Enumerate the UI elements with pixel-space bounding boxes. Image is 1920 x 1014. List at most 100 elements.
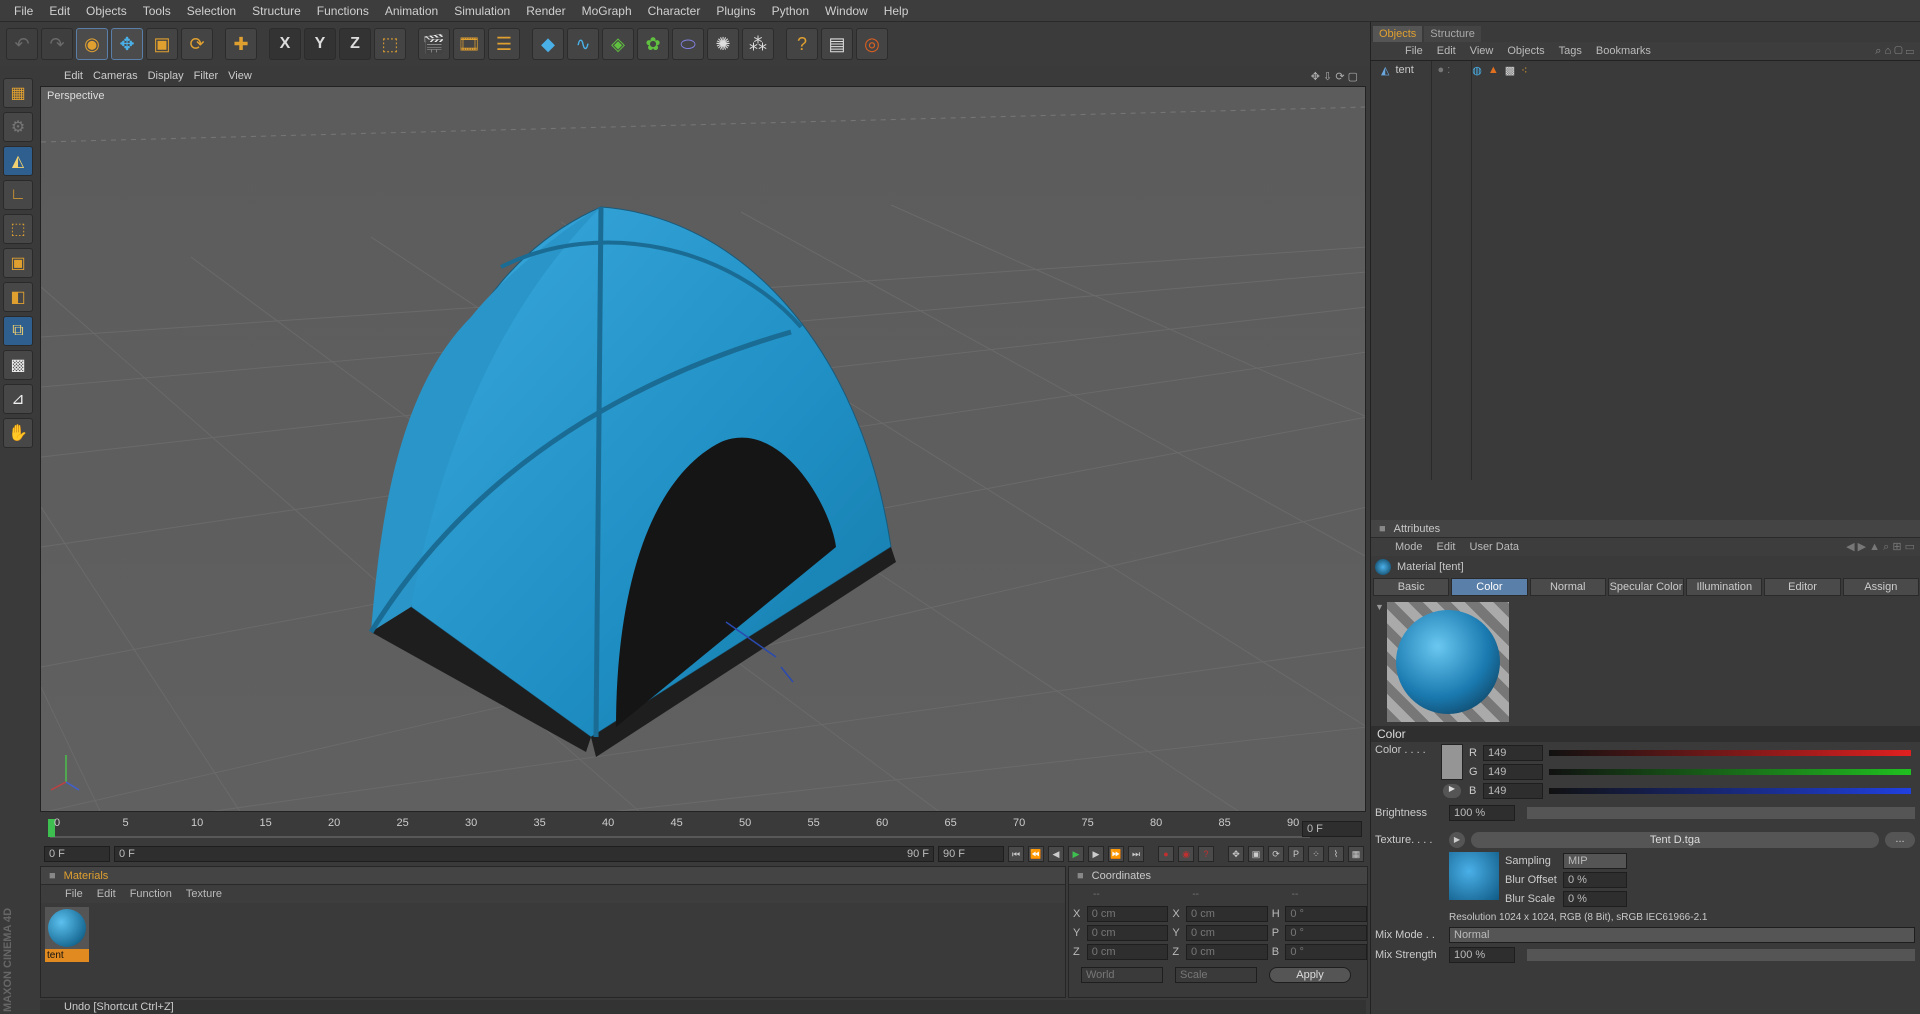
next-key-icon[interactable]: ⏩ [1108, 846, 1124, 862]
interpolation-icon[interactable]: ⌇ [1328, 846, 1344, 862]
green-slider[interactable] [1549, 769, 1911, 775]
blue-slider[interactable] [1549, 788, 1911, 794]
viewport-menu-filter[interactable]: Filter [194, 70, 228, 82]
tab-editor[interactable]: Editor [1764, 578, 1841, 596]
position-x-field[interactable]: 0 cm [1086, 905, 1169, 922]
mix-strength-field[interactable]: 100 % [1449, 947, 1515, 963]
rotation-h-field[interactable]: 0 ° [1285, 905, 1368, 922]
play-icon[interactable]: ▶ [1068, 846, 1084, 862]
timeline[interactable]: 0 5 10 15 20 25 30 35 40 45 50 55 60 65 70 75 80 85 90 0 F [40, 815, 1366, 843]
render-picture-viewer-icon[interactable]: 🎞 [453, 28, 485, 60]
phong-tag-icon[interactable]: ▲ [1488, 64, 1499, 76]
make-editable-icon[interactable]: ⚙ [3, 112, 33, 142]
selection-tag-icon[interactable]: ⁖ [1521, 64, 1527, 77]
render-settings-icon[interactable]: ☰ [488, 28, 520, 60]
viewport-menu-display[interactable]: Display [148, 70, 194, 82]
previous-key-icon[interactable]: ⏪ [1028, 846, 1044, 862]
uvw-tag-icon[interactable]: ▩ [1505, 64, 1515, 77]
menu-render[interactable]: Render [518, 0, 573, 22]
record-position-icon[interactable]: ✥ [1228, 846, 1244, 862]
menu-file[interactable]: File [6, 0, 41, 22]
tab-color[interactable]: Color [1451, 578, 1528, 596]
record-point-level-icon[interactable]: ⁘ [1308, 846, 1324, 862]
objects-menu-edit[interactable]: Edit [1437, 45, 1456, 57]
keyframe-selection-icon[interactable]: ? [1198, 846, 1214, 862]
record-rotation-icon[interactable]: ⟳ [1268, 846, 1284, 862]
menu-tools[interactable]: Tools [135, 0, 179, 22]
menu-help[interactable]: Help [876, 0, 917, 22]
tab-objects[interactable]: Objects [1373, 26, 1423, 42]
move-icon[interactable]: ✥ [111, 28, 143, 60]
workplane-icon[interactable]: ⊿ [3, 384, 33, 414]
menu-plugins[interactable]: Plugins [708, 0, 763, 22]
objects-menu-file[interactable]: File [1405, 45, 1423, 57]
texture-tag-icon[interactable]: ◍ [1472, 64, 1482, 77]
green-field[interactable]: 149 [1483, 764, 1543, 780]
object-row[interactable]: ◭ tent ● : ◍ ▲ ▩ ⁖ [1371, 61, 1920, 79]
blur-scale-field[interactable]: 0 % [1563, 891, 1627, 907]
menu-selection[interactable]: Selection [179, 0, 244, 22]
color-picker-icon[interactable]: ▶ [1443, 784, 1461, 798]
menu-character[interactable]: Character [640, 0, 709, 22]
texture-menu-icon[interactable]: ▶ [1449, 832, 1465, 848]
object-axis-icon[interactable]: ∟ [3, 180, 33, 210]
materials-menu-function[interactable]: Function [130, 888, 172, 900]
objects-menu-view[interactable]: View [1470, 45, 1494, 57]
go-to-start-icon[interactable]: ⏮ [1008, 846, 1024, 862]
collapse-triangle-icon[interactable]: ▼ [1375, 602, 1384, 612]
scale-icon[interactable]: ▣ [146, 28, 178, 60]
tab-specular-color[interactable]: Specular Color [1607, 578, 1685, 596]
particle-icon[interactable]: ⁂ [742, 28, 774, 60]
position-z-field[interactable]: 0 cm [1086, 943, 1169, 960]
material-item[interactable]: tent [45, 907, 89, 962]
rotation-b-field[interactable]: 0 ° [1285, 943, 1368, 960]
edges-mode-icon[interactable]: ▣ [3, 248, 33, 278]
size-y-field[interactable]: 0 cm [1186, 924, 1268, 941]
tab-basic[interactable]: Basic [1373, 578, 1450, 596]
sampling-dropdown[interactable]: MIP [1563, 853, 1627, 869]
size-x-field[interactable]: 0 cm [1186, 905, 1268, 922]
redo-icon[interactable]: ↷ [41, 28, 73, 60]
environment-icon[interactable]: ✺ [707, 28, 739, 60]
menu-functions[interactable]: Functions [309, 0, 377, 22]
object-name[interactable]: tent [1395, 64, 1425, 76]
autokey-icon[interactable]: ◉ [1178, 846, 1194, 862]
attributes-menu-mode[interactable]: Mode [1395, 541, 1423, 553]
texture-browse-button[interactable]: ... [1885, 832, 1915, 848]
texture-file-button[interactable]: Tent D.tga [1471, 832, 1879, 848]
previous-frame-icon[interactable]: ◀ [1048, 846, 1064, 862]
tab-structure[interactable]: Structure [1424, 26, 1481, 42]
cube-icon[interactable]: ◆ [532, 28, 564, 60]
materials-menu-texture[interactable]: Texture [186, 888, 222, 900]
record-scale-icon[interactable]: ▣ [1248, 846, 1264, 862]
blue-field[interactable]: 149 [1483, 783, 1543, 799]
record-icon[interactable]: ● [1158, 846, 1174, 862]
brightness-field[interactable]: 100 % [1449, 805, 1515, 821]
blur-offset-field[interactable]: 0 % [1563, 872, 1627, 888]
record-parameter-icon[interactable]: P [1288, 846, 1304, 862]
material-name[interactable]: tent [45, 949, 89, 962]
start-frame-field[interactable]: 0 F [44, 846, 110, 862]
size-z-field[interactable]: 0 cm [1186, 943, 1268, 960]
brightness-slider[interactable] [1527, 807, 1915, 819]
tab-normal[interactable]: Normal [1529, 578, 1606, 596]
current-frame-field[interactable]: 0 F [1302, 821, 1362, 837]
materials-menu-file[interactable]: File [65, 888, 83, 900]
color-swatch[interactable] [1441, 744, 1463, 780]
render-view-icon[interactable]: 🎬 [418, 28, 450, 60]
rotation-p-field[interactable]: 0 ° [1285, 924, 1368, 941]
menu-objects[interactable]: Objects [78, 0, 135, 22]
model-mode-icon[interactable]: ◭ [3, 146, 33, 176]
menu-animation[interactable]: Animation [377, 0, 446, 22]
menu-structure[interactable]: Structure [244, 0, 309, 22]
texture-mode-icon[interactable]: ▩ [3, 350, 33, 380]
coordinate-system-icon[interactable]: ⬚ [374, 28, 406, 60]
rotate-icon[interactable]: ⟳ [181, 28, 213, 60]
objects-menu-bookmarks[interactable]: Bookmarks [1596, 45, 1651, 57]
end-frame-field[interactable]: 90 F [938, 846, 1004, 862]
object-manager[interactable]: ◭ tent ● : ◍ ▲ ▩ ⁖ [1371, 60, 1920, 480]
y-axis-icon[interactable]: Y [304, 28, 336, 60]
tab-assign[interactable]: Assign [1842, 578, 1919, 596]
z-axis-icon[interactable]: Z [339, 28, 371, 60]
deformer-icon[interactable]: ⬭ [672, 28, 704, 60]
